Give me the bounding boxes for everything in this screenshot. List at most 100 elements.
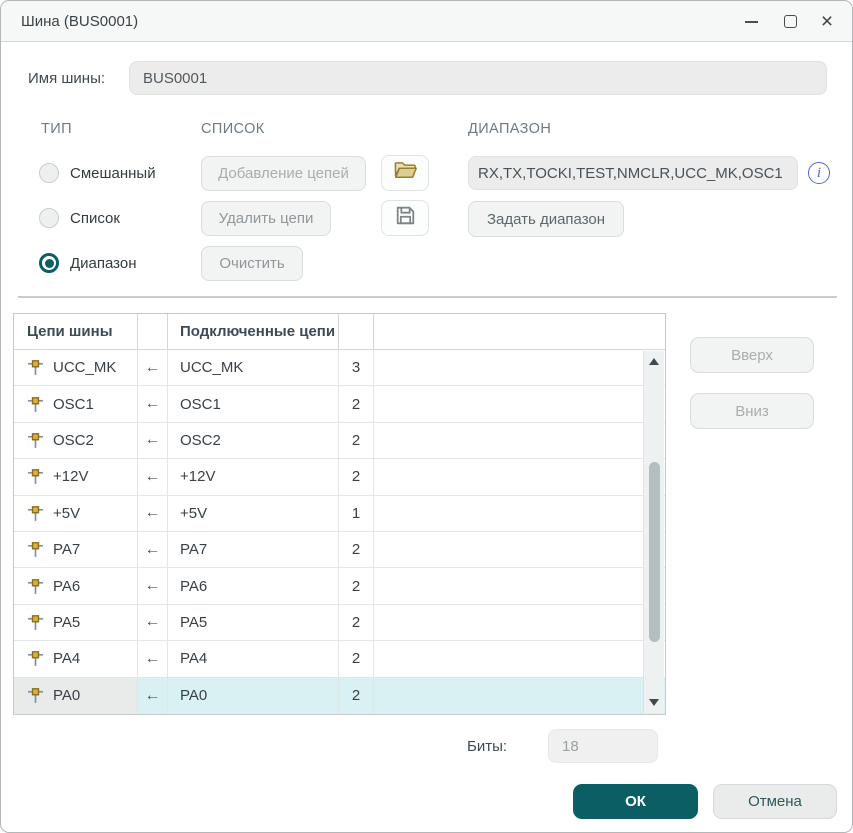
bus-net-cell[interactable]: OSC2 (14, 422, 138, 459)
bits-input[interactable] (548, 729, 658, 763)
radio-circle-icon[interactable] (39, 163, 59, 183)
table-row[interactable]: PA4 ← PA4 2 (14, 641, 665, 678)
bus-net-name: PA7 (53, 541, 81, 559)
cancel-button[interactable]: Отмена (713, 784, 837, 819)
save-icon (393, 203, 418, 233)
radio-circle-icon[interactable] (39, 208, 59, 228)
left-arrow-icon: ← (138, 386, 168, 422)
bus-net-cell[interactable]: OSC1 (14, 386, 138, 422)
connection-count: 2 (339, 604, 374, 641)
set-range-button[interactable]: Задать диапазон (468, 201, 624, 237)
table-row[interactable]: PA5 ← PA5 2 (14, 604, 665, 642)
connection-count: 1 (339, 495, 374, 531)
open-file-button[interactable] (381, 155, 429, 191)
radio-option-mixed[interactable]: Смешанный (39, 162, 156, 184)
bus-net-cell[interactable]: PA0 (14, 677, 138, 714)
bus-net-name: PA0 (53, 687, 81, 705)
move-up-button[interactable]: Вверх (690, 337, 814, 373)
connected-net-cell[interactable]: PA7 (168, 531, 339, 568)
clear-button[interactable]: Очистить (201, 246, 303, 281)
net-pin-icon (27, 468, 44, 485)
bus-net-name: PA5 (53, 613, 81, 631)
save-file-button[interactable] (381, 200, 429, 236)
scroll-up-icon[interactable] (649, 358, 659, 365)
section-divider (18, 296, 837, 298)
nets-table: Цепи шины Подключенные цепи UCC_MK ← UCC_M… (13, 313, 666, 715)
connected-net-cell[interactable]: PA5 (168, 604, 339, 641)
bus-net-cell[interactable]: +5V (14, 495, 138, 531)
vertical-scrollbar[interactable] (643, 351, 664, 713)
window-title: Шина (BUS0001) (21, 13, 139, 30)
table-row[interactable]: +5V ← +5V 1 (14, 495, 665, 532)
row-filler (374, 677, 665, 714)
table-row[interactable]: PA6 ← PA6 2 (14, 568, 665, 605)
row-filler (374, 423, 665, 458)
connected-net-cell[interactable]: PA6 (168, 568, 339, 604)
range-input[interactable] (468, 156, 798, 190)
connected-net-cell[interactable]: OSC1 (168, 386, 339, 422)
row-filler (374, 568, 665, 603)
connected-net-cell[interactable]: +5V (168, 495, 339, 531)
net-pin-icon (27, 614, 44, 631)
radio-circle-icon[interactable] (39, 253, 59, 273)
close-button[interactable]: × (809, 1, 845, 42)
bus-net-name: +12V (53, 468, 89, 486)
row-filler (374, 605, 665, 640)
maximize-icon (783, 15, 797, 28)
left-arrow-icon: ← (138, 531, 168, 568)
table-row[interactable]: +12V ← +12V 2 (14, 459, 665, 496)
header-bus-nets: Цепи шины (14, 314, 138, 349)
ok-button[interactable]: ОК (573, 784, 698, 819)
section-list-header: СПИСОК (201, 121, 265, 137)
left-arrow-icon: ← (138, 495, 168, 531)
connection-count: 2 (339, 422, 374, 459)
delete-nets-button[interactable]: Удалить цепи (201, 201, 331, 236)
bus-net-cell[interactable]: +12V (14, 459, 138, 495)
bus-name-input[interactable] (129, 61, 827, 95)
connection-count: 2 (339, 386, 374, 422)
bus-net-name: PA6 (53, 577, 81, 595)
info-icon[interactable]: i (808, 162, 830, 184)
bus-net-cell[interactable]: PA5 (14, 604, 138, 641)
connected-net-cell[interactable]: PA4 (168, 641, 339, 677)
net-pin-icon (27, 396, 44, 413)
connection-count: 3 (339, 350, 374, 386)
row-filler (374, 459, 665, 494)
connected-net-cell[interactable]: OSC2 (168, 422, 339, 459)
radio-label-mixed: Смешанный (70, 164, 156, 182)
connected-net-cell[interactable]: +12V (168, 459, 339, 495)
scrollbar-thumb[interactable] (648, 462, 660, 642)
move-down-button[interactable]: Вниз (690, 393, 814, 429)
bits-label: Биты: (467, 738, 508, 755)
table-row[interactable]: UCC_MK ← UCC_MK 3 (14, 350, 665, 387)
radio-option-range[interactable]: Диапазон (39, 252, 137, 274)
bus-net-cell[interactable]: PA6 (14, 568, 138, 604)
add-nets-button[interactable]: Добавление цепей (201, 156, 366, 191)
row-filler (374, 496, 665, 531)
row-filler (374, 641, 665, 676)
minimize-icon (744, 20, 758, 23)
bus-net-cell[interactable]: PA7 (14, 531, 138, 568)
connected-net-cell[interactable]: PA0 (168, 677, 339, 714)
table-row[interactable]: OSC2 ← OSC2 2 (14, 422, 665, 460)
connection-count: 2 (339, 568, 374, 604)
table-row[interactable]: PA0 ← PA0 2 (14, 677, 665, 714)
left-arrow-icon: ← (138, 568, 168, 604)
bus-net-cell[interactable]: PA4 (14, 641, 138, 677)
minimize-button[interactable] (733, 1, 769, 42)
net-pin-icon (27, 541, 44, 558)
table-row[interactable]: PA7 ← PA7 2 (14, 531, 665, 569)
left-arrow-icon: ← (138, 677, 168, 714)
radio-option-list[interactable]: Список (39, 207, 120, 229)
left-arrow-icon: ← (138, 604, 168, 641)
radio-label-range: Диапазон (70, 254, 137, 272)
connected-net-cell[interactable]: UCC_MK (168, 350, 339, 386)
bus-net-cell[interactable]: UCC_MK (14, 350, 138, 386)
bus-net-name: +5V (53, 504, 81, 522)
left-arrow-icon: ← (138, 350, 168, 386)
table-row[interactable]: OSC1 ← OSC1 2 (14, 386, 665, 423)
header-count-spacer (339, 314, 374, 349)
maximize-button[interactable] (772, 1, 808, 42)
scroll-down-icon[interactable] (649, 699, 659, 706)
titlebar: Шина (BUS0001) × (1, 1, 852, 42)
